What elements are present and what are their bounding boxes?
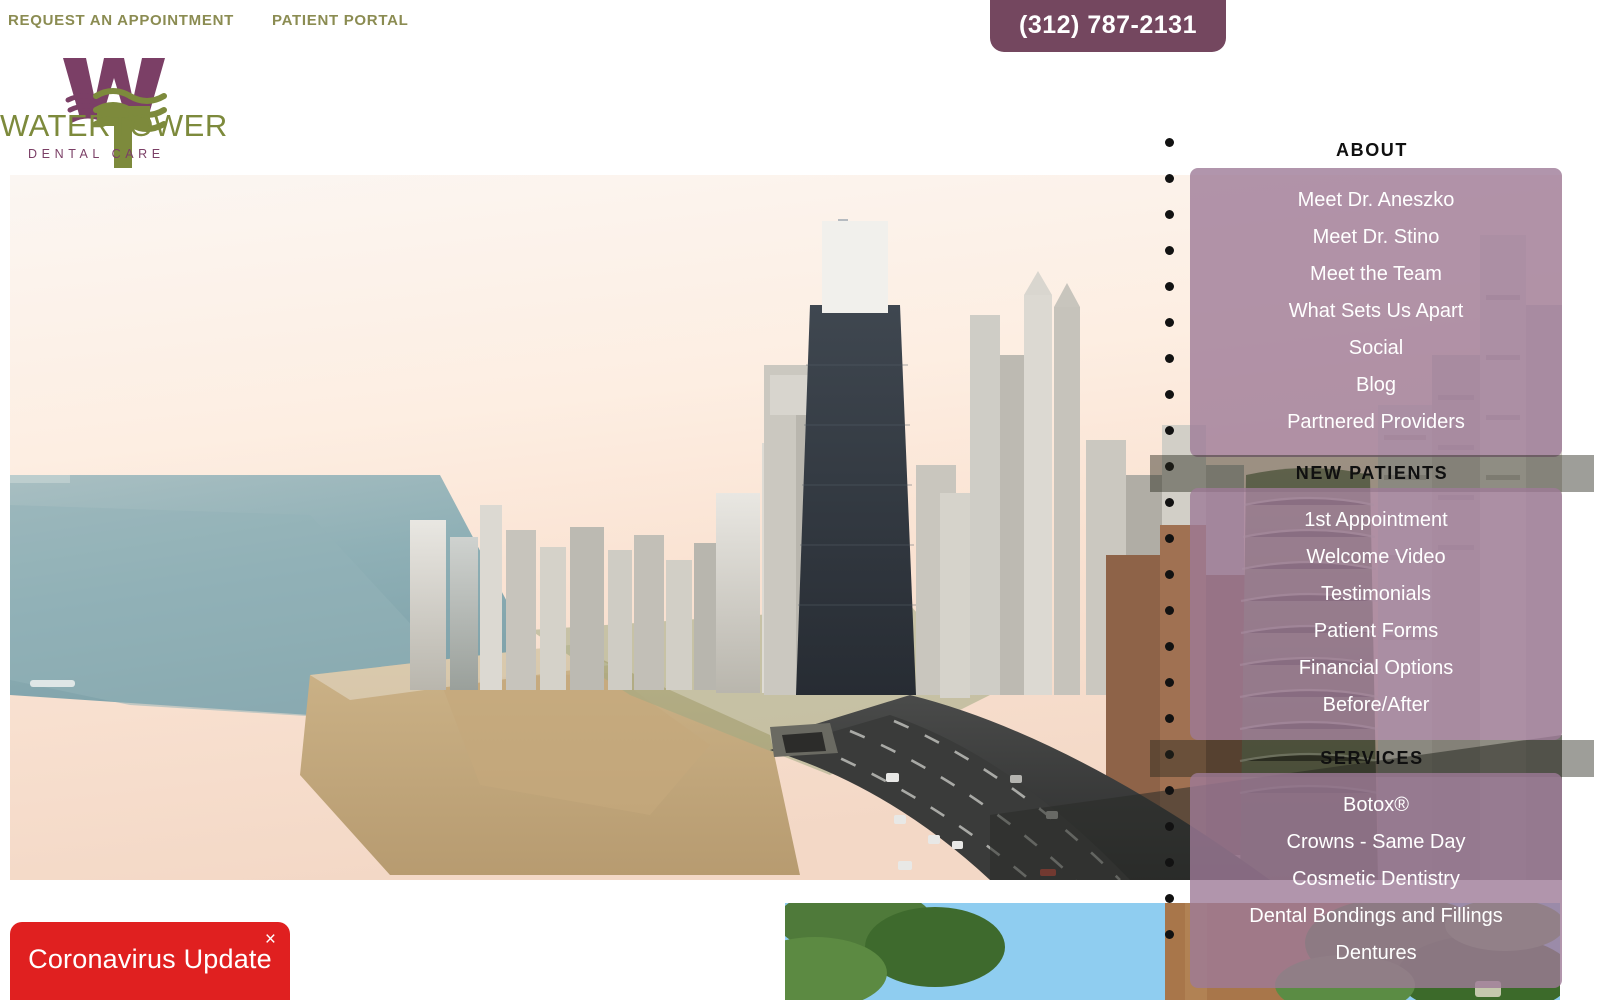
submenu-item-what-sets-us-apart[interactable]: What Sets Us Apart [1190, 293, 1562, 330]
submenu-item-welcome-video[interactable]: Welcome Video [1190, 539, 1562, 576]
menu-bullet [1165, 534, 1174, 543]
close-icon[interactable]: × [265, 930, 276, 949]
menu-bullet [1165, 210, 1174, 219]
submenu-new-patients: 1st Appointment Welcome Video Testimonia… [1190, 488, 1562, 740]
submenu-item-patient-forms[interactable]: Patient Forms [1190, 613, 1562, 650]
menu-bullet [1165, 426, 1174, 435]
menu-bullet [1165, 498, 1174, 507]
phone-number-button[interactable]: (312) 787-2131 [990, 0, 1226, 52]
menu-title: MENU [1345, 92, 1399, 109]
submenu-item-blog[interactable]: Blog [1190, 367, 1562, 404]
menu-section-heading-about[interactable]: ABOUT [1150, 140, 1594, 161]
submenu-item-financial-options[interactable]: Financial Options [1190, 650, 1562, 687]
menu-bullet [1165, 678, 1174, 687]
watertower-logo-mark: WATERTOWER DENTAL CARE [0, 58, 228, 168]
menu-bullet [1165, 282, 1174, 291]
submenu-item-dental-bondings-and-fillings[interactable]: Dental Bondings and Fillings [1190, 898, 1562, 935]
menu-bullet [1165, 894, 1174, 903]
menu-bullet [1165, 390, 1174, 399]
coronavirus-update-label: Coronavirus Update [28, 944, 272, 974]
submenu-item-dentures[interactable]: Dentures [1190, 935, 1562, 972]
submenu-about: Meet Dr. Aneszko Meet Dr. Stino Meet the… [1190, 168, 1562, 457]
top-utility-bar: REQUEST AN APPOINTMENT PATIENT PORTAL [0, 0, 1600, 46]
submenu-item-meet-the-team[interactable]: Meet the Team [1190, 256, 1562, 293]
menu-bullet [1165, 354, 1174, 363]
submenu-item-meet-dr-stino[interactable]: Meet Dr. Stino [1190, 219, 1562, 256]
menu-bullet [1165, 570, 1174, 579]
request-appointment-link[interactable]: REQUEST AN APPOINTMENT [8, 12, 234, 29]
patient-portal-link[interactable]: PATIENT PORTAL [272, 12, 408, 29]
site-logo[interactable]: WATERTOWER DENTAL CARE [0, 48, 262, 168]
menu-bullet [1165, 858, 1174, 867]
menu-bullet [1165, 318, 1174, 327]
submenu-item-crowns-same-day[interactable]: Crowns - Same Day [1190, 824, 1562, 861]
logo-tagline: DENTAL CARE [28, 147, 165, 161]
submenu-item-social[interactable]: Social [1190, 330, 1562, 367]
main-menu: MENU ABOUT Meet Dr. Aneszko Meet Dr. Sti… [1150, 80, 1600, 1000]
submenu-item-testimonials[interactable]: Testimonials [1190, 576, 1562, 613]
submenu-services: Botox® Crowns - Same Day Cosmetic Dentis… [1190, 773, 1562, 988]
logo-wordmark: WATERTOWER [0, 108, 228, 143]
submenu-item-cosmetic-dentistry[interactable]: Cosmetic Dentistry [1190, 861, 1562, 898]
menu-bullet [1165, 822, 1174, 831]
menu-bullet [1165, 642, 1174, 651]
menu-section-heading-services[interactable]: SERVICES [1150, 740, 1594, 777]
submenu-item-before-after[interactable]: Before/After [1190, 687, 1562, 724]
coronavirus-update-banner[interactable]: Coronavirus Update × [10, 922, 290, 1000]
page-root: REQUEST AN APPOINTMENT PATIENT PORTAL (3… [0, 0, 1600, 1000]
submenu-item-1st-appointment[interactable]: 1st Appointment [1190, 502, 1562, 539]
menu-bullet [1165, 246, 1174, 255]
submenu-item-meet-dr-aneszko[interactable]: Meet Dr. Aneszko [1190, 182, 1562, 219]
menu-bullet [1165, 606, 1174, 615]
submenu-item-partnered-providers[interactable]: Partnered Providers [1190, 404, 1562, 441]
menu-bullet-rail [1165, 138, 1185, 966]
submenu-item-botox[interactable]: Botox® [1190, 787, 1562, 824]
menu-bullet [1165, 174, 1174, 183]
menu-bullet [1165, 714, 1174, 723]
menu-bullet [1165, 930, 1174, 939]
menu-bullet [1165, 786, 1174, 795]
menu-section-heading-new-patients[interactable]: NEW PATIENTS [1150, 455, 1594, 492]
